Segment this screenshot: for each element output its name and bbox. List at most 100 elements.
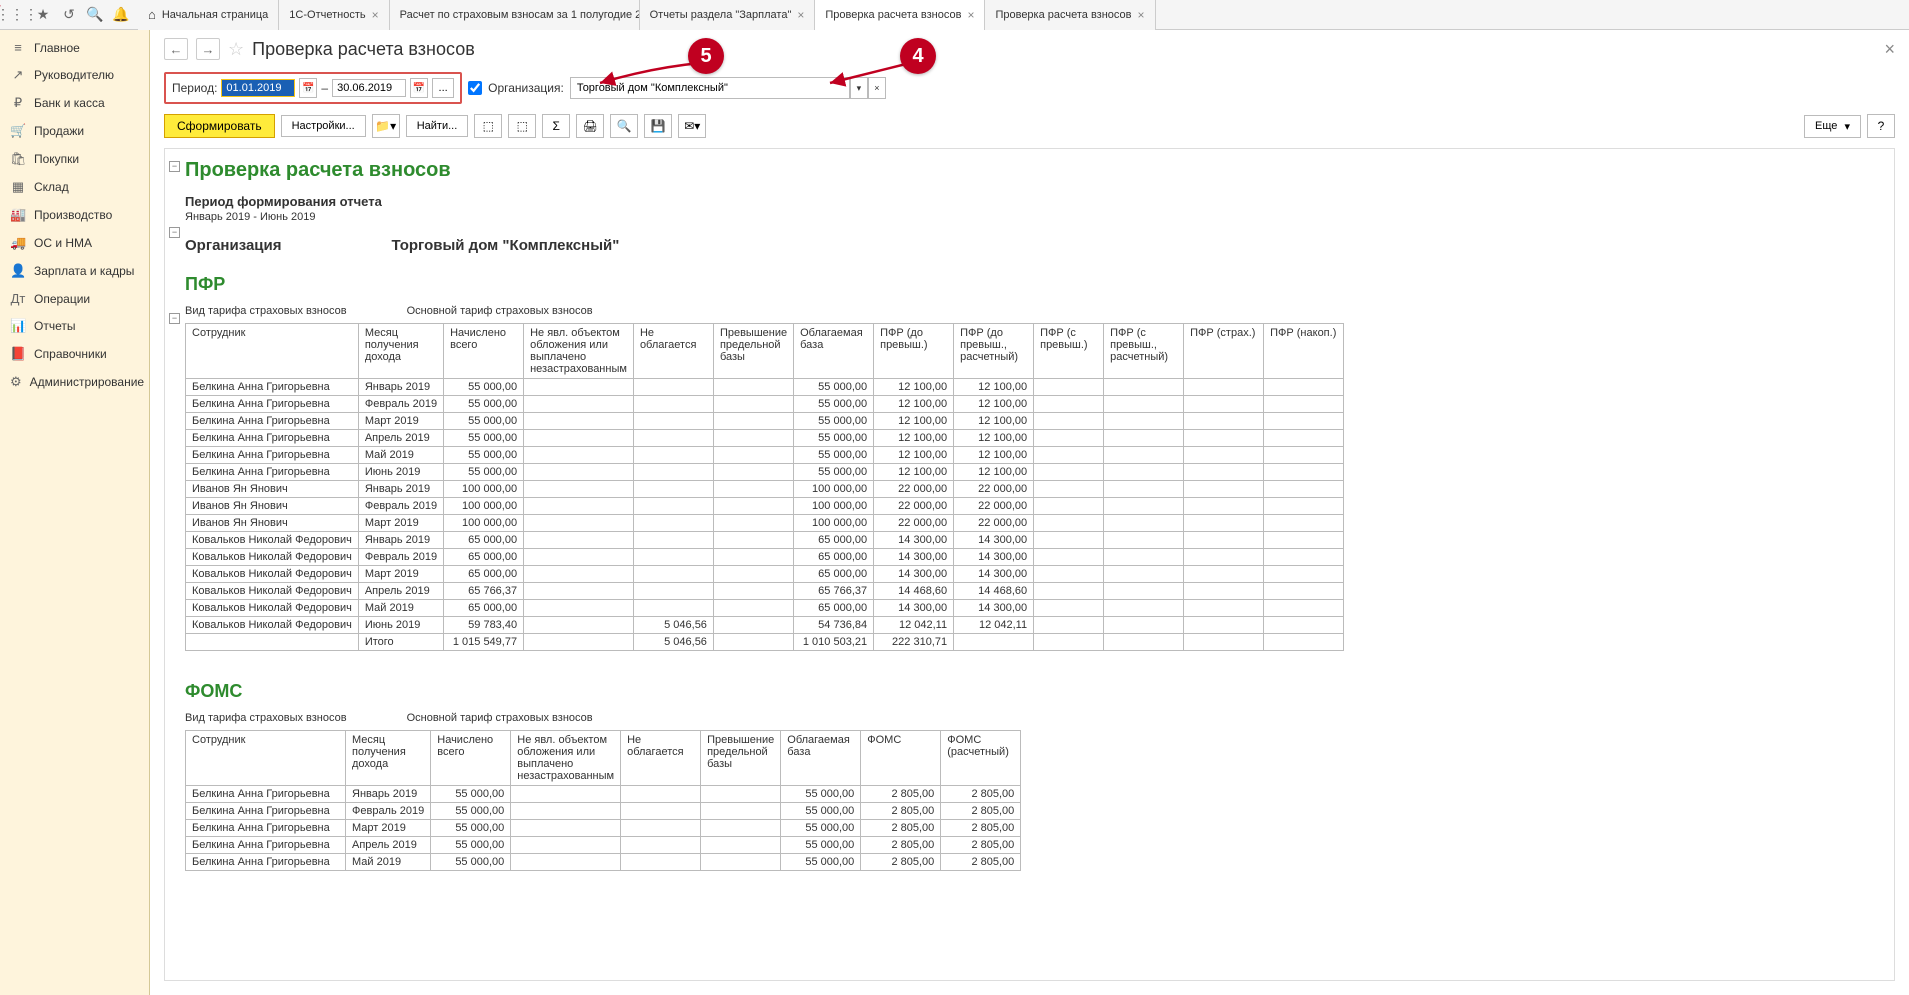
sidebar-item[interactable]: ▦Склад xyxy=(0,173,149,201)
email-button[interactable]: ✉▾ xyxy=(678,114,706,138)
star-icon[interactable]: ★ xyxy=(30,2,56,28)
tab-close-button[interactable]: × xyxy=(372,8,379,22)
table-cell xyxy=(633,379,713,396)
org-dropdown-button[interactable]: ▾ xyxy=(850,77,868,99)
sidebar-item[interactable]: 🛍Покупки xyxy=(0,145,149,173)
sidebar-item[interactable]: 📕Справочники xyxy=(0,340,149,368)
table-row[interactable]: Белкина Анна ГригорьевнаМай 201955 000,0… xyxy=(186,447,1344,464)
history-icon[interactable]: ↺ xyxy=(56,2,82,28)
table-row[interactable]: Ковальков Николай ФедоровичЯнварь 201965… xyxy=(186,532,1344,549)
sidebar-item[interactable]: ↗Руководителю xyxy=(0,61,149,89)
expand-button[interactable]: ⬚ xyxy=(474,114,502,138)
collapse-org-button[interactable]: − xyxy=(169,227,180,238)
more-button[interactable]: Еще ▾ xyxy=(1804,115,1861,138)
preview-button[interactable]: 🔍 xyxy=(610,114,638,138)
table-cell: 100 000,00 xyxy=(794,481,874,498)
sidebar-item[interactable]: ДтОперации xyxy=(0,285,149,312)
table-cell: 1 010 503,21 xyxy=(794,634,874,651)
table-row[interactable]: Иванов Ян ЯновичФевраль 2019100 000,0010… xyxy=(186,498,1344,515)
favorite-icon[interactable]: ☆ xyxy=(228,39,244,60)
sidebar-item[interactable]: 🛒Продажи xyxy=(0,117,149,145)
sidebar-item[interactable]: ⚙Администрирование xyxy=(0,368,149,396)
date-from-input[interactable] xyxy=(221,79,295,97)
table-row[interactable]: Белкина Анна ГригорьевнаМай 201955 000,0… xyxy=(186,854,1021,871)
table-row[interactable]: Белкина Анна ГригорьевнаЯнварь 201955 00… xyxy=(186,379,1344,396)
table-cell xyxy=(621,803,701,820)
table-cell: 22 000,00 xyxy=(874,481,954,498)
table-cell xyxy=(1104,413,1184,430)
calendar-from-button[interactable]: 📅 xyxy=(299,78,317,98)
table-row[interactable]: Иванов Ян ЯновичЯнварь 2019100 000,00100… xyxy=(186,481,1344,498)
nav-back-button[interactable]: ← xyxy=(164,38,188,60)
print-button[interactable]: 🖨 xyxy=(576,114,604,138)
sidebar-item[interactable]: 👤Зарплата и кадры xyxy=(0,257,149,285)
tab[interactable]: Проверка расчета взносов× xyxy=(985,0,1155,30)
table-row[interactable]: Ковальков Николай ФедоровичФевраль 20196… xyxy=(186,549,1344,566)
table-cell xyxy=(1184,481,1264,498)
calendar-to-button[interactable]: 📅 xyxy=(410,78,428,98)
sidebar-item[interactable]: ₽Банк и касса xyxy=(0,89,149,117)
table-cell: 12 042,11 xyxy=(954,617,1034,634)
sidebar-item[interactable]: 🚚ОС и НМА xyxy=(0,229,149,257)
table-cell xyxy=(701,786,781,803)
table-row[interactable]: Ковальков Николай ФедоровичАпрель 201965… xyxy=(186,583,1344,600)
table-cell: 12 100,00 xyxy=(954,430,1034,447)
find-button[interactable]: Найти... xyxy=(406,115,469,137)
table-row[interactable]: Ковальков Николай ФедоровичМарт 201965 0… xyxy=(186,566,1344,583)
table-row[interactable]: Белкина Анна ГригорьевнаФевраль 201955 0… xyxy=(186,803,1021,820)
tab-close-button[interactable]: × xyxy=(967,8,974,22)
table-row[interactable]: Ковальков Николай ФедоровичИюнь 201959 7… xyxy=(186,617,1344,634)
table-cell xyxy=(633,447,713,464)
period-select-button[interactable]: ... xyxy=(432,78,454,98)
org-select-input[interactable] xyxy=(570,77,850,99)
tab[interactable]: Расчет по страховым взносам за 1 полугод… xyxy=(390,0,640,30)
org-clear-button[interactable]: × xyxy=(868,77,886,99)
search-icon[interactable]: 🔍 xyxy=(82,2,108,28)
sidebar-item[interactable]: 📊Отчеты xyxy=(0,312,149,340)
table-row[interactable]: Белкина Анна ГригорьевнаАпрель 201955 00… xyxy=(186,837,1021,854)
table-cell xyxy=(1184,379,1264,396)
table-cell: Февраль 2019 xyxy=(358,498,443,515)
save-button[interactable]: 💾 xyxy=(644,114,672,138)
tab[interactable]: Отчеты раздела "Зарплата"× xyxy=(640,0,816,30)
collapse-button[interactable]: ⬚ xyxy=(508,114,536,138)
tab-close-button[interactable]: × xyxy=(1138,8,1145,22)
tab[interactable]: 1С-Отчетность× xyxy=(279,0,389,30)
tab[interactable]: ⌂Начальная страница xyxy=(138,0,279,30)
table-row[interactable]: Белкина Анна ГригорьевнаМарт 201955 000,… xyxy=(186,820,1021,837)
sidebar-item[interactable]: ≡Главное xyxy=(0,34,149,61)
table-row[interactable]: Ковальков Николай ФедоровичМай 201965 00… xyxy=(186,600,1344,617)
table-cell xyxy=(524,498,634,515)
page-close-button[interactable]: × xyxy=(1884,39,1895,60)
table-row[interactable]: Иванов Ян ЯновичМарт 2019100 000,00100 0… xyxy=(186,515,1344,532)
org-checkbox[interactable] xyxy=(468,81,482,95)
help-button[interactable]: ? xyxy=(1867,114,1895,138)
table-cell: 12 042,11 xyxy=(874,617,954,634)
tab-close-button[interactable]: × xyxy=(797,8,804,22)
table-cell xyxy=(713,498,793,515)
table-cell: 14 300,00 xyxy=(954,549,1034,566)
date-to-input[interactable] xyxy=(332,79,406,97)
tab[interactable]: Проверка расчета взносов× xyxy=(815,0,985,30)
nav-forward-button[interactable]: → xyxy=(196,38,220,60)
collapse-all-button[interactable]: − xyxy=(169,161,180,172)
table-cell xyxy=(524,481,634,498)
save-variant-button[interactable]: 📁▾ xyxy=(372,114,400,138)
table-row[interactable]: Белкина Анна ГригорьевнаМарт 201955 000,… xyxy=(186,413,1344,430)
apps-icon[interactable]: ⋮⋮⋮ xyxy=(4,2,30,28)
table-row[interactable]: Белкина Анна ГригорьевнаЯнварь 201955 00… xyxy=(186,786,1021,803)
report-area[interactable]: − Проверка расчета взносов Период формир… xyxy=(164,148,1895,981)
sum-button[interactable]: Σ xyxy=(542,114,570,138)
table-cell xyxy=(713,634,793,651)
collapse-pfr-button[interactable]: − xyxy=(169,313,180,324)
table-cell: 12 100,00 xyxy=(874,464,954,481)
settings-button[interactable]: Настройки... xyxy=(281,115,366,137)
table-row[interactable]: Белкина Анна ГригорьевнаИюнь 201955 000,… xyxy=(186,464,1344,481)
sidebar-label: Зарплата и кадры xyxy=(34,264,134,278)
sidebar-item[interactable]: 🏭Производство xyxy=(0,201,149,229)
table-cell: Ковальков Николай Федорович xyxy=(186,566,359,583)
table-row[interactable]: Белкина Анна ГригорьевнаФевраль 201955 0… xyxy=(186,396,1344,413)
generate-button[interactable]: Сформировать xyxy=(164,114,275,138)
table-row[interactable]: Белкина Анна ГригорьевнаАпрель 201955 00… xyxy=(186,430,1344,447)
bell-icon[interactable]: 🔔 xyxy=(108,2,134,28)
